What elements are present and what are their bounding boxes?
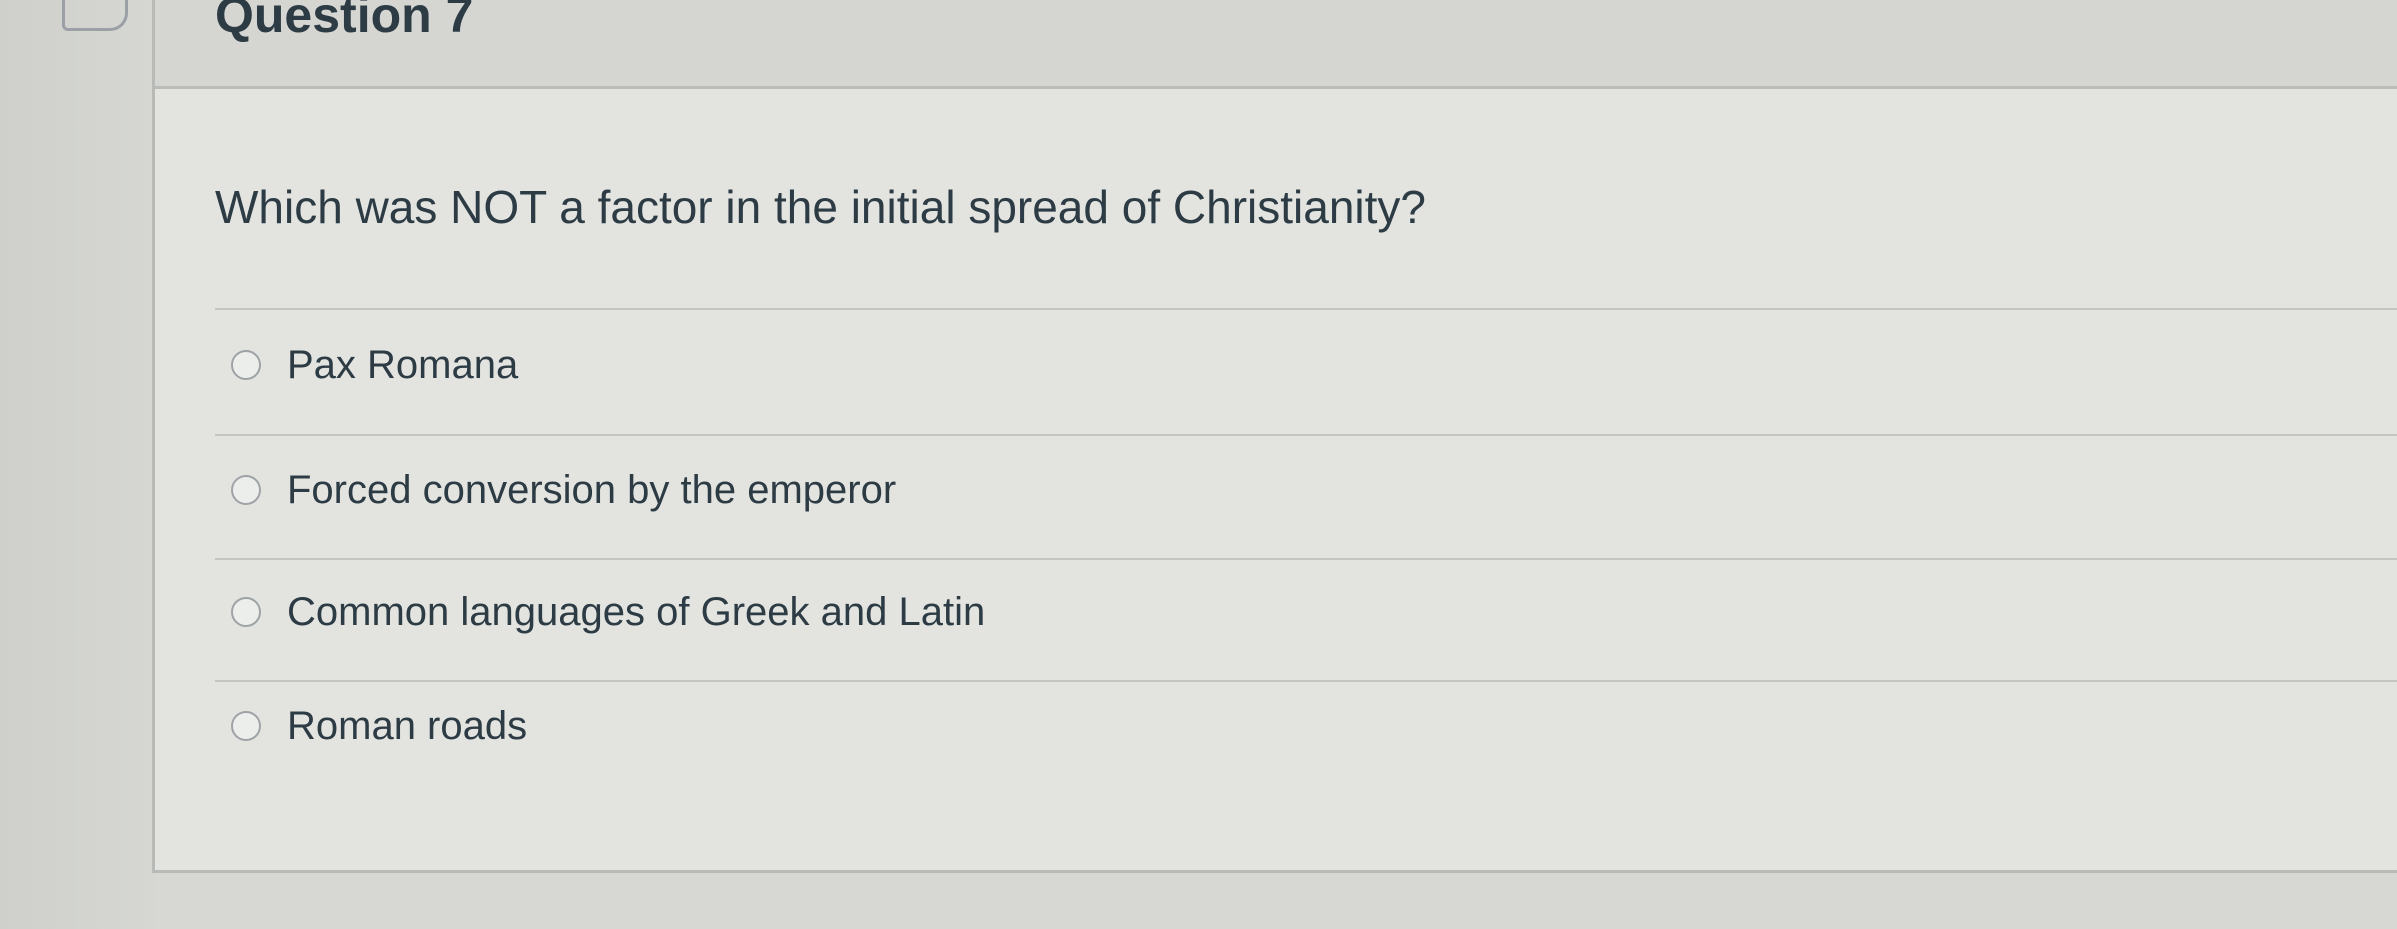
radio-button[interactable]: [231, 350, 261, 380]
answer-divider: [215, 558, 2397, 560]
flag-question-icon[interactable]: [62, 0, 128, 31]
answer-label: Roman roads: [287, 703, 528, 748]
answer-label: Common languages of Greek and Latin: [287, 589, 986, 634]
answer-label: Forced conversion by the emperor: [287, 467, 897, 512]
radio-button[interactable]: [231, 711, 261, 741]
question-prompt: Which was NOT a factor in the initial sp…: [215, 181, 1426, 233]
answer-label: Pax Romana: [287, 342, 519, 387]
question-title: Question 7: [215, 0, 474, 43]
question-card: Question 7 Which was NOT a factor in the…: [152, 0, 2397, 873]
left-gutter: [0, 0, 156, 929]
answer-option-forced-conversion[interactable]: Forced conversion by the emperor: [231, 460, 896, 520]
answers-top-divider: [215, 308, 2397, 310]
answer-divider: [215, 434, 2397, 436]
answer-option-common-languages[interactable]: Common languages of Greek and Latin: [231, 582, 985, 642]
radio-button[interactable]: [231, 597, 261, 627]
answer-option-roman-roads[interactable]: Roman roads: [231, 696, 527, 756]
radio-button[interactable]: [231, 475, 261, 505]
answer-divider: [215, 680, 2397, 682]
answer-option-pax-romana[interactable]: Pax Romana: [231, 335, 518, 395]
question-header: Question 7: [155, 0, 2397, 89]
